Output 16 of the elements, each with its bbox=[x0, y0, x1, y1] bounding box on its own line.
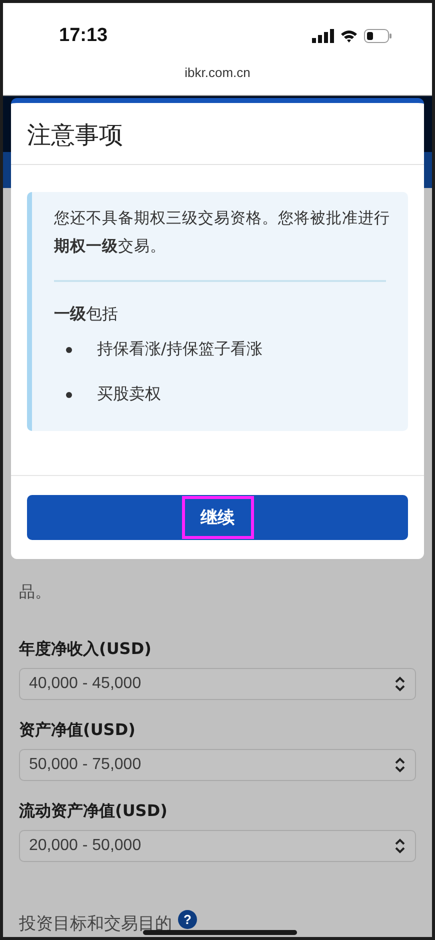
field-label: 资产净值(USD) bbox=[19, 720, 136, 741]
url-text[interactable]: ibkr.com.cn bbox=[184, 65, 250, 80]
list-title: 一级包括 bbox=[54, 303, 119, 325]
field-label: 年度净收入(USD) bbox=[19, 639, 152, 660]
list-item: 持保看涨/持保篮子看涨 bbox=[97, 339, 262, 360]
select-field[interactable]: 20,000 - 50,000 bbox=[19, 830, 416, 862]
field-label: 流动资产净值(USD) bbox=[19, 801, 168, 822]
select-field[interactable]: 40,000 - 45,000 bbox=[19, 668, 416, 700]
dialog-title: 注意事项 bbox=[27, 120, 124, 151]
intro-paragraph: 品。 bbox=[19, 581, 52, 603]
help-button[interactable]: ? bbox=[178, 910, 197, 929]
select-field[interactable]: 50,000 - 75,000 bbox=[19, 749, 416, 781]
list-item: 买股卖权 bbox=[97, 384, 161, 405]
notice-message: 您还不具备期权三级交易资格。您将被批准进行期权一级交易。 bbox=[54, 208, 391, 257]
status-time: 17:13 bbox=[59, 25, 108, 47]
continue-button[interactable]: 继续 bbox=[27, 495, 408, 540]
